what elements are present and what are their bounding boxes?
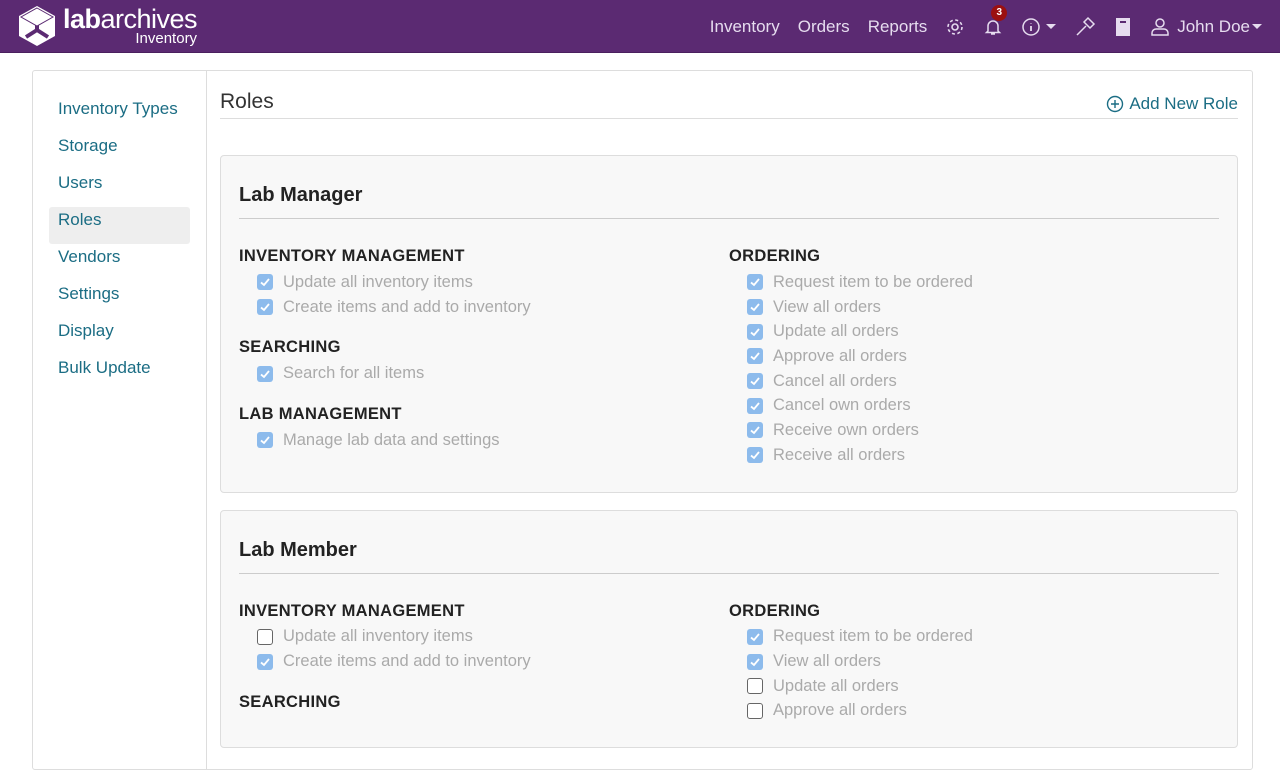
permission-checkbox[interactable]: [747, 653, 763, 670]
permission-label: Update all orders: [773, 676, 899, 695]
labarchives-logo[interactable]: labarchives Inventory: [17, 4, 198, 48]
role-card: Lab Member INVENTORY MANAGEMENT Update all…: [220, 509, 1238, 749]
permission-section-heading: INVENTORY MANAGEMENT: [239, 601, 465, 620]
permission-checkbox[interactable]: [257, 274, 273, 291]
permission-item: Update all orders: [747, 674, 1219, 699]
sidebar-item-bulk-update[interactable]: Bulk Update: [49, 355, 190, 392]
permission-checkbox[interactable]: [257, 365, 273, 382]
page-title: Roles: [220, 90, 274, 113]
permission-label: Approve all orders: [773, 346, 907, 365]
permission-checkbox[interactable]: [257, 432, 273, 449]
permission-label: Cancel own orders: [773, 396, 911, 415]
user-name: John Doe: [1177, 16, 1250, 36]
permission-checkbox[interactable]: [747, 373, 763, 390]
permission-label: Receive own orders: [773, 420, 919, 439]
permission-item: Update all orders: [747, 319, 1219, 344]
permission-label: Update all inventory items: [283, 272, 473, 291]
gear-icon[interactable]: [945, 17, 965, 37]
permission-label: Request item to be ordered: [773, 272, 973, 291]
sidebar-item-settings[interactable]: Settings: [49, 281, 190, 318]
permission-checkbox[interactable]: [257, 653, 273, 670]
permission-section-heading: INVENTORY MANAGEMENT: [239, 247, 465, 265]
permission-item: Create items and add to inventory: [257, 649, 729, 674]
permission-checkbox[interactable]: [747, 274, 763, 291]
permission-checkbox[interactable]: [747, 628, 763, 645]
permission-label: Receive all orders: [773, 445, 906, 464]
add-new-role-label: Add New Role: [1129, 94, 1238, 113]
permission-section-heading: ORDERING: [729, 247, 821, 265]
add-new-role-button[interactable]: Add New Role: [1106, 94, 1238, 114]
top-navbar: labarchives Inventory Inventory Orders R…: [0, 0, 1280, 53]
permission-item: Create items and add to inventory: [257, 295, 729, 320]
permission-item: Receive all orders: [747, 443, 1219, 468]
permission-checkbox[interactable]: [747, 422, 763, 439]
nav-orders[interactable]: Orders: [798, 17, 850, 37]
main-content: Roles Add New Role Lab Manager INVENTORY …: [207, 71, 1252, 769]
permission-checkbox[interactable]: [257, 299, 273, 316]
permission-checkbox[interactable]: [257, 628, 273, 645]
brand-bold: lab: [63, 4, 101, 34]
sidebar-item-users[interactable]: Users: [49, 170, 190, 207]
permission-label: Update all inventory items: [283, 627, 473, 646]
permission-checkbox[interactable]: [747, 447, 763, 464]
permission-checkbox[interactable]: [747, 397, 763, 414]
cube-logo-icon: [19, 6, 55, 46]
permission-checkbox[interactable]: [747, 299, 763, 316]
permission-section-heading: SEARCHING: [239, 338, 341, 357]
role-card: Lab Manager INVENTORY MANAGEMENT Update al…: [220, 155, 1238, 493]
sidebar-item-inventory-types[interactable]: Inventory Types: [49, 96, 190, 133]
permission-label: View all orders: [773, 652, 881, 671]
notification-badge: 3: [991, 4, 1008, 21]
permission-label: Update all orders: [773, 322, 899, 341]
permission-checkbox[interactable]: [747, 702, 763, 719]
permission-item: Request item to be ordered: [747, 270, 1219, 295]
sidebar-item-display[interactable]: Display: [49, 318, 190, 355]
permission-label: Cancel all orders: [773, 371, 897, 390]
permission-item: Update all inventory items: [257, 270, 729, 295]
permission-label: View all orders: [773, 297, 881, 316]
content-panel: Inventory Types Storage Users Roles Vendors S…: [32, 70, 1253, 770]
sidebar-item-vendors[interactable]: Vendors: [49, 244, 190, 281]
permission-checkbox[interactable]: [747, 323, 763, 340]
permission-label: Manage lab data and settings: [283, 430, 500, 449]
permission-label: Request item to be ordered: [773, 627, 973, 646]
permission-section-heading: ORDERING: [729, 601, 821, 620]
info-icon[interactable]: [1021, 17, 1057, 37]
permission-item: View all orders: [747, 649, 1219, 674]
permission-label: Search for all items: [283, 364, 425, 383]
permission-item: Manage lab data and settings: [257, 428, 729, 453]
permission-section-heading: SEARCHING: [239, 692, 341, 711]
permission-checkbox[interactable]: [747, 348, 763, 365]
permission-item: Approve all orders: [747, 344, 1219, 369]
permission-item: Cancel own orders: [747, 393, 1219, 418]
sidebar-item-roles[interactable]: Roles: [49, 207, 190, 244]
plus-circle-icon: [1107, 95, 1124, 113]
permission-item: Request item to be ordered: [747, 625, 1219, 650]
sidebar-item-storage[interactable]: Storage: [49, 133, 190, 170]
hammer-icon[interactable]: [1074, 16, 1096, 38]
permission-item: View all orders: [747, 295, 1219, 320]
notebook-icon[interactable]: [1114, 17, 1132, 37]
permission-item: Update all inventory items: [257, 625, 729, 650]
permission-label: Create items and add to inventory: [283, 297, 531, 316]
bell-icon[interactable]: 3: [983, 4, 1008, 37]
role-name: Lab Manager: [239, 156, 1219, 219]
role-name: Lab Member: [239, 511, 1219, 574]
permission-label: Approve all orders: [773, 701, 907, 720]
nav-inventory[interactable]: Inventory: [710, 17, 780, 37]
permission-checkbox[interactable]: [747, 678, 763, 695]
permission-item: Cancel all orders: [747, 369, 1219, 394]
permission-label: Create items and add to inventory: [283, 652, 531, 671]
sidebar: Inventory Types Storage Users Roles Vendors S…: [33, 71, 207, 769]
nav-reports[interactable]: Reports: [868, 17, 928, 37]
permission-item: Receive own orders: [747, 418, 1219, 443]
permission-section-heading: LAB MANAGEMENT: [239, 405, 402, 424]
user-icon[interactable]: John Doe: [1150, 17, 1262, 37]
permission-item: Search for all items: [257, 361, 729, 386]
